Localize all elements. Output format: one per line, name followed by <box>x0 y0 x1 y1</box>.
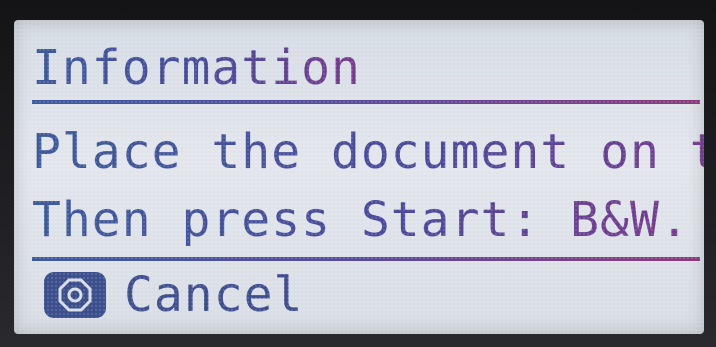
message-line-2: Then press Start: B&W. <box>32 192 690 248</box>
cancel-label: Cancel <box>124 267 304 323</box>
message-line-1: Place the document on th <box>32 123 704 181</box>
title-divider <box>32 100 700 104</box>
footer-divider <box>32 257 700 261</box>
device-bezel: Information Place the document on th The… <box>0 0 716 347</box>
stop-icon <box>44 272 106 318</box>
lcd-screen: Information Place the document on th The… <box>14 20 704 334</box>
screen-title: Information <box>32 40 361 96</box>
cancel-button[interactable]: Cancel <box>44 268 303 322</box>
